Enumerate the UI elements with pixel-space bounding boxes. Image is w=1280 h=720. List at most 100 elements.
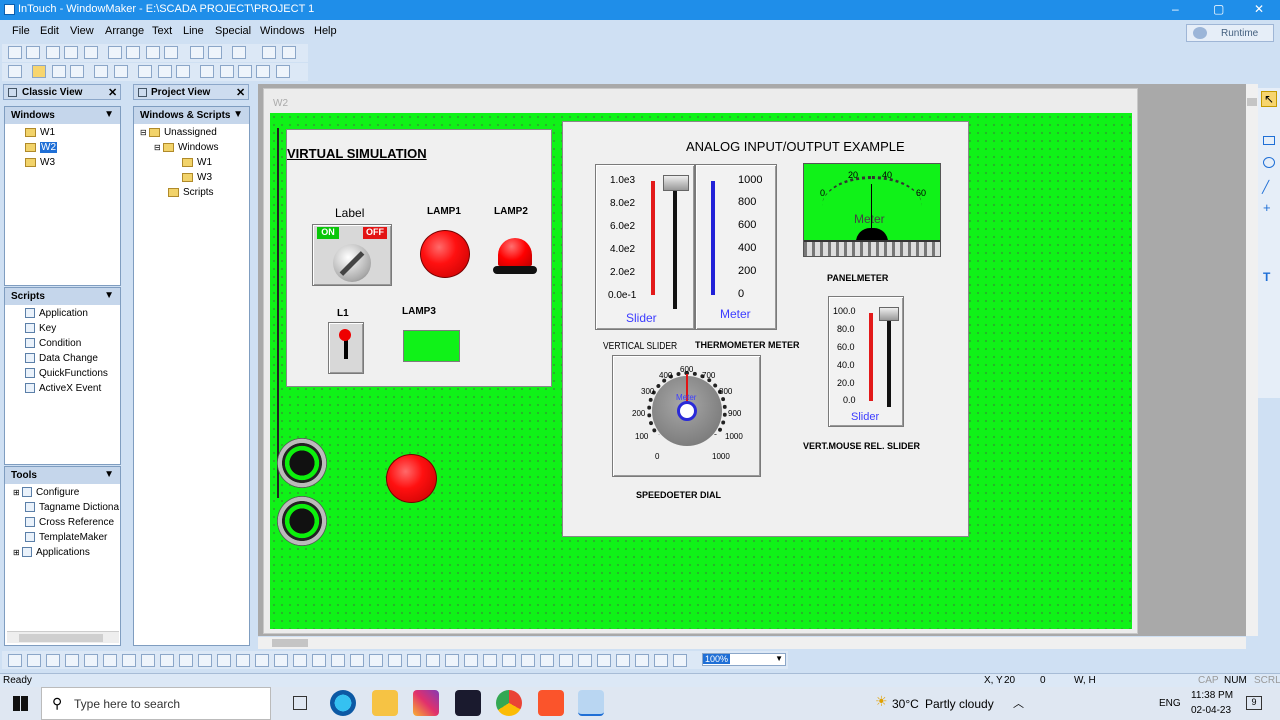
arrange-icon[interactable] [407,654,421,667]
toolbar-icon[interactable] [232,46,246,59]
push-button-1[interactable] [277,438,327,488]
arrange-icon[interactable] [464,654,478,667]
arrange-icon[interactable] [502,654,516,667]
close-button[interactable]: ✕ [1254,2,1264,16]
arrange-icon[interactable] [293,654,307,667]
arrange-icon[interactable] [274,654,288,667]
toolbar-icon[interactable] [26,46,40,59]
arrange-icon[interactable] [388,654,402,667]
tree-windows[interactable]: ⊟ Windows [154,140,219,155]
menu-help[interactable]: Help [314,25,337,37]
arrange-icon[interactable] [597,654,611,667]
tree-unassigned[interactable]: ⊟ Unassigned [140,125,217,140]
zoom-select[interactable]: 100% ▼ [702,653,786,666]
notification-icon[interactable]: 9 [1246,696,1262,710]
taskbar-search[interactable]: ⚲ Type here to search [41,687,271,720]
arrange-icon[interactable] [122,654,136,667]
toolbar-icon[interactable] [8,46,22,59]
arrange-icon[interactable] [27,654,41,667]
rotary-switch[interactable]: ON OFF [312,224,392,286]
windows-header[interactable]: Windows ▼ [5,107,120,124]
arrange-icon[interactable] [673,654,687,667]
format-icon[interactable] [70,65,84,78]
toolbar-icon[interactable] [208,46,222,59]
arrange-icon[interactable] [369,654,383,667]
arrange-icon[interactable] [521,654,535,667]
clock-time[interactable]: 11:38 PM [1191,690,1233,701]
toolbar-icon[interactable] [84,46,98,59]
tree-w1[interactable]: W1 [182,155,212,170]
arrange-icon[interactable] [179,654,193,667]
slider2-handle[interactable] [879,307,899,321]
instagram-icon[interactable] [413,690,439,716]
format-icon[interactable] [238,65,252,78]
maximize-button[interactable]: ▢ [1213,2,1224,16]
file-explorer-icon[interactable] [372,690,398,716]
rectangle-tool-icon[interactable] [1263,136,1275,145]
arrange-icon[interactable] [103,654,117,667]
menu-windows[interactable]: Windows [260,25,305,37]
script-key[interactable]: Key [25,321,56,336]
arrange-icon[interactable] [540,654,554,667]
speedometer-dial[interactable]: Meter 0 100 200 300 400 600 700 800 900 … [612,355,761,477]
format-icon[interactable] [32,65,46,78]
tool-templatemaker[interactable]: TemplateMaker [25,530,107,545]
language-indicator[interactable]: ENG [1159,698,1181,709]
windows-start-icon[interactable] [13,696,28,711]
toolbar-icon[interactable] [108,46,122,59]
menu-special[interactable]: Special [215,25,251,37]
push-button-2[interactable] [277,496,327,546]
tree-scripts[interactable]: Scripts [168,185,214,200]
arrange-icon[interactable] [84,654,98,667]
toolbar-icon[interactable] [46,46,60,59]
scripts-header[interactable]: Scripts ▼ [5,288,120,305]
arrange-icon[interactable] [350,654,364,667]
arrange-icon[interactable] [445,654,459,667]
menu-file[interactable]: File [12,25,30,37]
menu-edit[interactable]: Edit [40,25,59,37]
toolbar-icon[interactable] [64,46,78,59]
format-icon[interactable] [138,65,152,78]
classic-view-close-icon[interactable]: ✕ [108,86,117,99]
tree-item-w3[interactable]: W3 [25,155,55,170]
arrange-icon[interactable] [8,654,22,667]
arrange-icon[interactable] [160,654,174,667]
format-icon[interactable] [276,65,290,78]
menu-view[interactable]: View [70,25,94,37]
arrange-icon[interactable] [578,654,592,667]
project-view-close-icon[interactable]: ✕ [236,86,245,99]
toolbar-icon[interactable] [126,46,140,59]
scrollbar-thumb[interactable] [272,639,308,647]
horizontal-scrollbar[interactable] [7,631,119,643]
scrollbar-thumb[interactable] [1247,98,1257,106]
edge-icon[interactable] [330,690,356,716]
arrange-icon[interactable] [46,654,60,667]
arrange-icon[interactable] [426,654,440,667]
menu-line[interactable]: Line [183,25,204,37]
tree-w3[interactable]: W3 [182,170,212,185]
script-condition[interactable]: Condition [25,336,81,351]
chevron-up-icon[interactable]: ︿ [1013,695,1024,711]
task-view-icon[interactable] [293,696,307,710]
tree-item-w2[interactable]: W2 [25,140,57,155]
arrange-icon[interactable] [559,654,573,667]
minimize-button[interactable]: – [1172,2,1179,16]
hv-line-tool-icon[interactable]: + [1263,200,1271,215]
tools-header[interactable]: Tools ▼ [5,467,120,484]
arrange-icon[interactable] [217,654,231,667]
scrollbar-thumb[interactable] [19,634,103,642]
select-tool-icon[interactable]: ↖ [1261,91,1277,107]
tool-configure[interactable]: ⊞ Configure [13,485,79,500]
format-icon[interactable] [52,65,66,78]
chrome-icon[interactable] [496,690,522,716]
menu-arrange[interactable]: Arrange [105,25,144,37]
arrange-icon[interactable] [483,654,497,667]
clock-date[interactable]: 02-04-23 [1191,705,1231,716]
script-quickfunctions[interactable]: QuickFunctions [25,366,108,381]
intouch-taskbar-icon[interactable] [578,690,604,716]
menu-text[interactable]: Text [152,25,172,37]
ellipse-tool-icon[interactable] [1263,157,1275,168]
arrange-icon[interactable] [616,654,630,667]
arrange-icon[interactable] [141,654,155,667]
format-icon[interactable] [176,65,190,78]
